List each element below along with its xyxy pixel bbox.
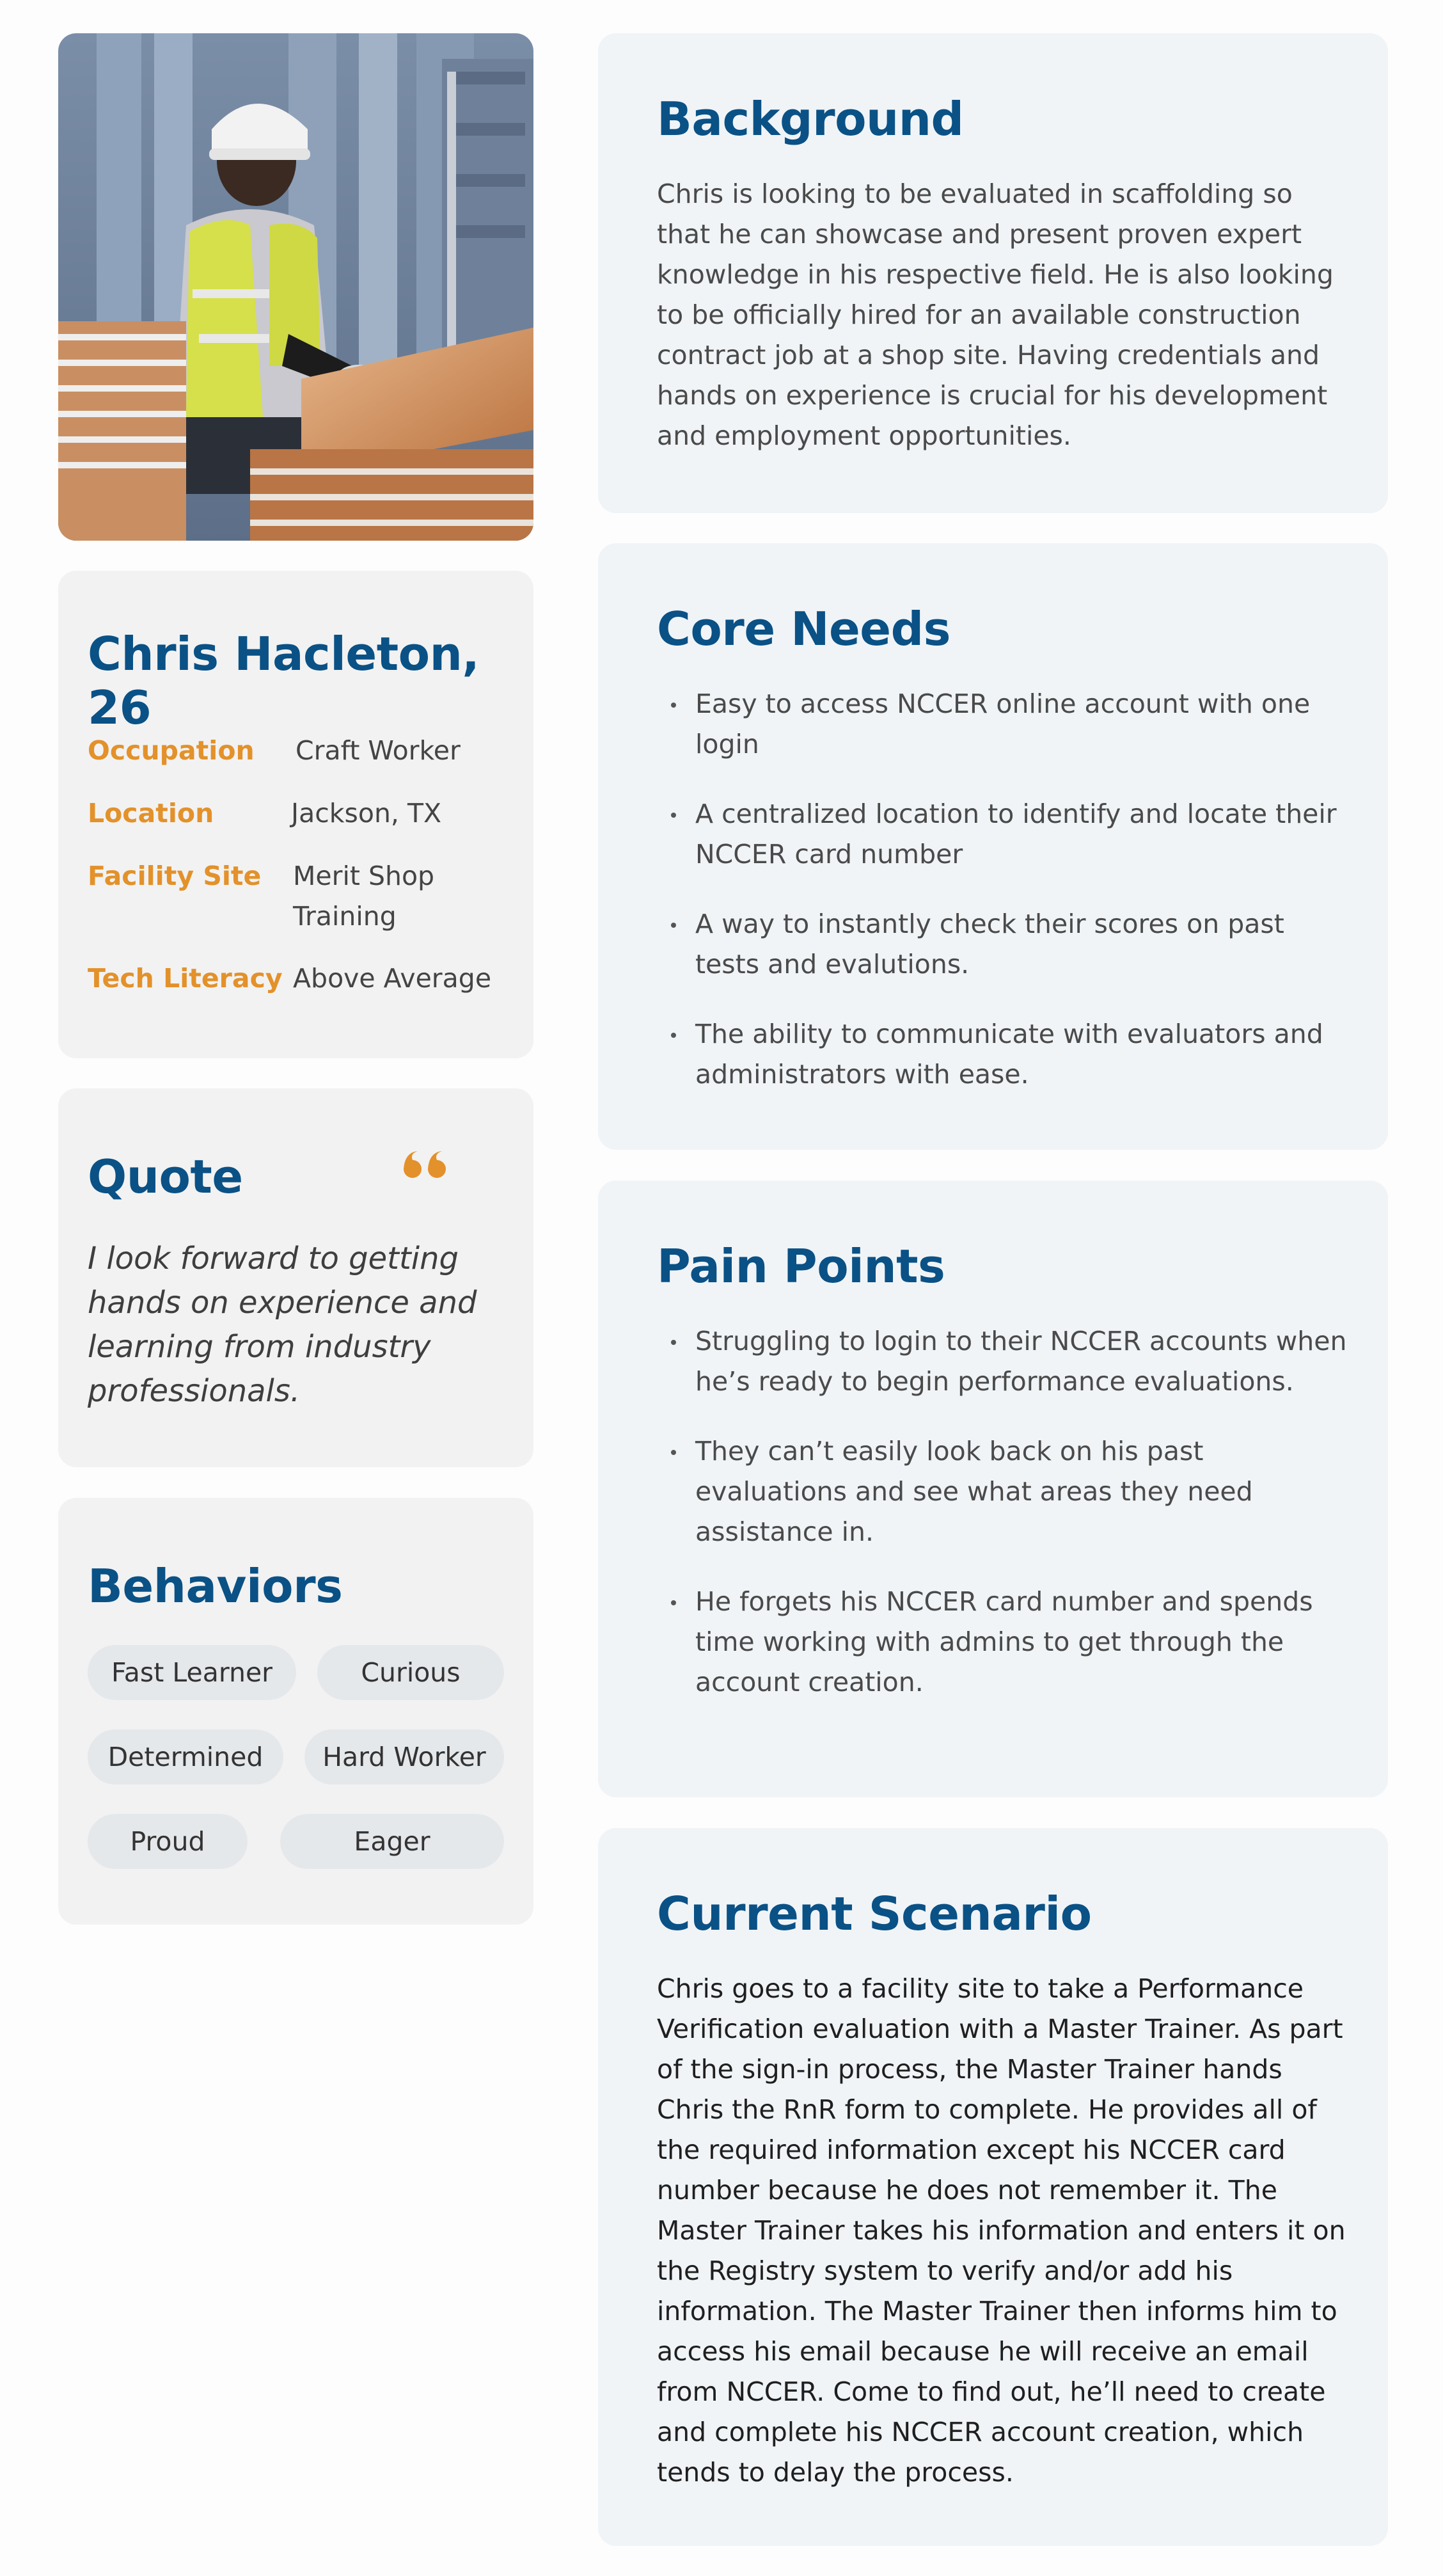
bullet-icon (671, 703, 676, 708)
bullet-icon (671, 1450, 676, 1455)
occupation-value: Craft Worker (296, 735, 461, 766)
current-scenario-card: Current Scenario Chris goes to a facilit… (598, 1828, 1388, 2546)
bullet-icon (671, 1600, 676, 1605)
behaviors-title: Behaviors (88, 1559, 343, 1613)
list-item: Struggling to login to their NCCER accou… (657, 1321, 1354, 1402)
behavior-tag: Determined (88, 1729, 283, 1785)
list-item: They can’t easily look back on his past … (657, 1431, 1354, 1552)
quote-title: Quote (88, 1150, 243, 1204)
location-value: Jackson, TX (291, 798, 442, 829)
pain-points-card: Pain Points Struggling to login to their… (598, 1181, 1388, 1797)
list-item-text: A way to instantly check their scores on… (695, 909, 1284, 980)
tech-literacy-label: Tech Literacy (88, 963, 283, 994)
persona-name: Chris Hacleton, 26 (88, 627, 480, 735)
behaviors-card: Behaviors Fast Learner Curious Determine… (58, 1498, 533, 1925)
list-item-text: Easy to access NCCER online account with… (695, 688, 1311, 759)
current-scenario-title: Current Scenario (657, 1887, 1092, 1941)
location-label: Location (88, 798, 214, 829)
pain-points-title: Pain Points (657, 1239, 945, 1293)
core-needs-title: Core Needs (657, 602, 951, 656)
behavior-tag: Hard Worker (304, 1729, 504, 1785)
core-needs-card: Core Needs Easy to access NCCER online a… (598, 543, 1388, 1150)
bullet-icon (671, 1033, 676, 1038)
background-title: Background (657, 92, 964, 146)
core-needs-list: Easy to access NCCER online account with… (657, 684, 1354, 1124)
list-item-text: They can’t easily look back on his past … (695, 1436, 1253, 1547)
list-item-text: A centralized location to identify and l… (695, 799, 1337, 870)
list-item-text: Struggling to login to their NCCER accou… (695, 1326, 1347, 1397)
list-item: The ability to communicate with evaluato… (657, 1014, 1354, 1095)
persona-photo (58, 33, 533, 541)
quote-mark-icon (398, 1150, 450, 1188)
pain-points-list: Struggling to login to their NCCER accou… (657, 1321, 1354, 1732)
profile-card: Chris Hacleton, 26 Occupation Craft Work… (58, 571, 533, 1058)
list-item: A centralized location to identify and l… (657, 794, 1354, 875)
list-item: A way to instantly check their scores on… (657, 904, 1354, 985)
list-item: Easy to access NCCER online account with… (657, 684, 1354, 765)
list-item-text: The ability to communicate with evaluato… (695, 1019, 1323, 1090)
list-item-text: He forgets his NCCER card number and spe… (695, 1586, 1313, 1697)
tech-literacy-value: Above Average (293, 963, 492, 994)
current-scenario-text: Chris goes to a facility site to take a … (657, 1973, 1346, 2488)
facility-site-value: Merit Shop Training (293, 861, 435, 932)
bullet-icon (671, 1340, 676, 1345)
background-text: Chris is looking to be evaluated in scaf… (657, 179, 1334, 451)
background-card: Background Chris is looking to be evalua… (598, 33, 1388, 513)
behavior-tag: Curious (317, 1645, 504, 1700)
bullet-icon (671, 923, 676, 928)
behavior-tag: Eager (280, 1814, 504, 1869)
quote-text: I look forward to getting hands on exper… (88, 1241, 477, 1409)
behavior-tag: Proud (88, 1814, 248, 1869)
occupation-label: Occupation (88, 735, 255, 766)
facility-site-label: Facility Site (88, 861, 262, 891)
bullet-icon (671, 813, 676, 818)
behavior-tag: Fast Learner (88, 1645, 296, 1700)
list-item: He forgets his NCCER card number and spe… (657, 1582, 1354, 1703)
quote-card: Quote I look forward to getting hands on… (58, 1088, 533, 1467)
